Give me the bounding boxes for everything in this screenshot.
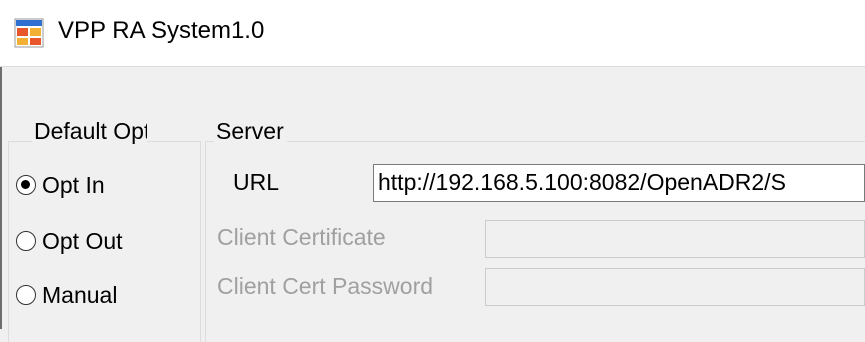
radio-opt-out[interactable]: Opt Out — [16, 226, 123, 256]
window-title: VPP RA System1.0 — [58, 17, 265, 44]
radio-unchecked-icon[interactable] — [16, 231, 36, 251]
default-opt-group-label: Default Opt — [32, 118, 147, 170]
radio-opt-in[interactable]: Opt In — [16, 170, 105, 200]
server-group-label: Server — [214, 118, 287, 144]
radio-opt-in-label: Opt In — [42, 171, 105, 198]
client-cert-password-input[interactable] — [485, 268, 865, 306]
application-window-icon — [14, 18, 44, 48]
url-label: URL — [233, 169, 280, 195]
radio-checked-icon[interactable] — [16, 175, 36, 195]
client-cert-password-label: Client Cert Password — [217, 273, 434, 299]
client-certificate-input[interactable] — [485, 220, 865, 258]
client-certificate-label: Client Certificate — [217, 224, 386, 250]
radio-manual-label: Manual — [42, 281, 118, 308]
radio-unchecked-icon[interactable] — [16, 285, 36, 305]
radio-opt-out-label: Opt Out — [42, 227, 123, 254]
url-input[interactable]: http://192.168.5.100:8082/OpenADR2/S — [373, 164, 865, 202]
title-bar[interactable]: VPP RA System1.0 — [0, 0, 865, 67]
radio-manual[interactable]: Manual — [16, 280, 117, 310]
